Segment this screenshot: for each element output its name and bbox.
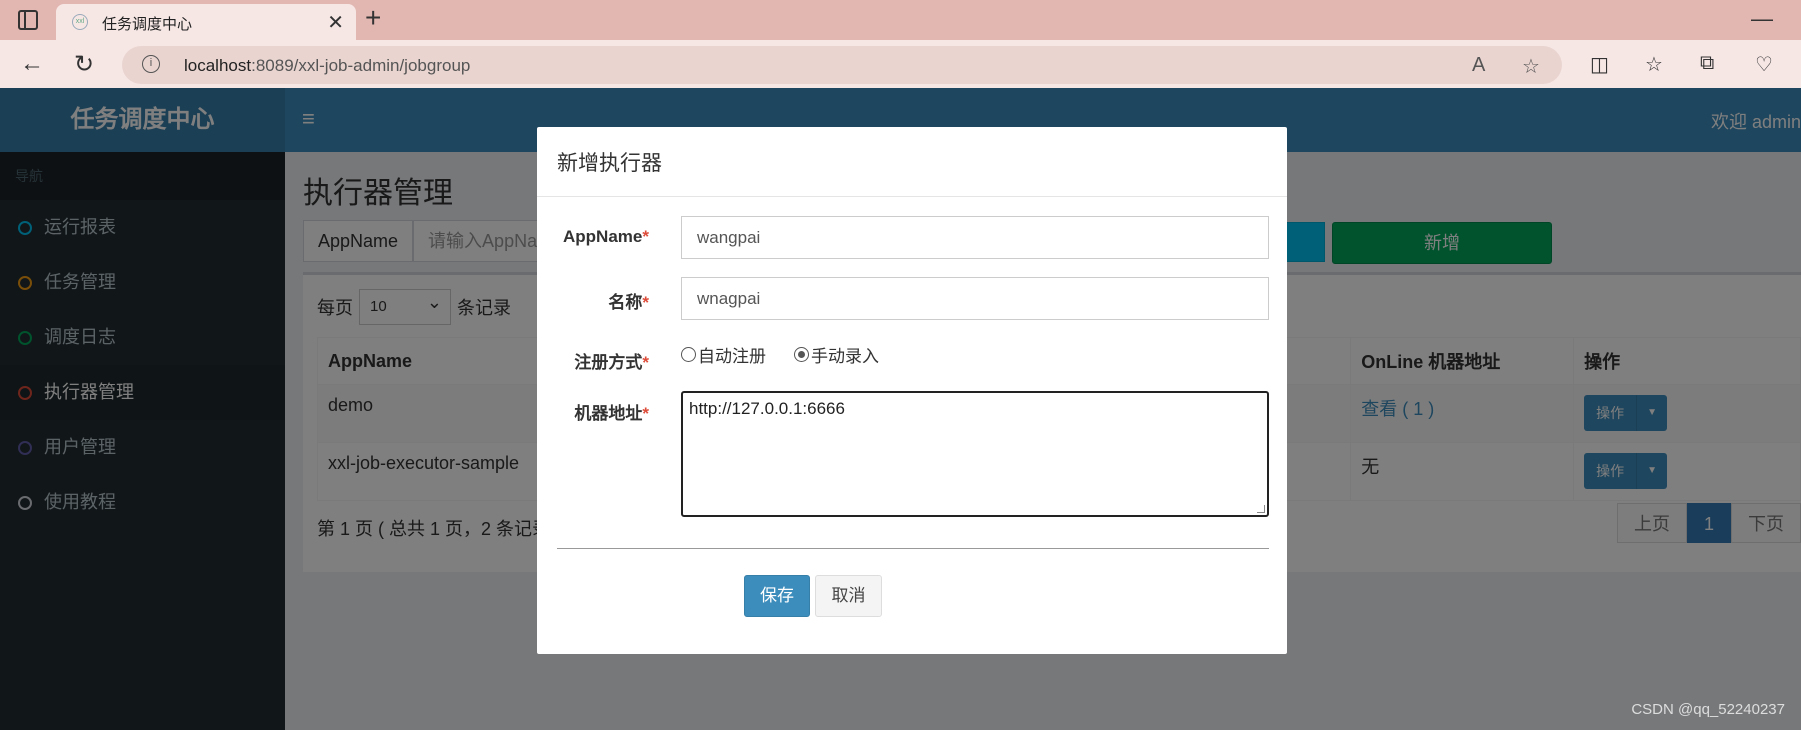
resize-handle-icon[interactable] [1257,505,1265,513]
minimize-icon[interactable]: — [1751,6,1773,32]
new-tab-icon[interactable]: + [365,2,381,34]
modal-title: 新增执行器 [537,127,1287,197]
favorites-icon[interactable]: ☆ [1645,52,1663,77]
address-row: 机器地址* http://127.0.0.1:6666 [557,391,1269,517]
address-value: http://127.0.0.1:6666 [689,399,845,418]
watermark: CSDN @qq_52240237 [1631,701,1785,718]
appname-label: AppName* [563,227,649,246]
close-tab-icon[interactable]: ✕ [327,10,344,35]
site-info-icon[interactable]: i [142,55,160,73]
radio-label: 自动注册 [698,347,766,366]
name-input[interactable]: wnagpai [681,277,1269,320]
register-type-label: 注册方式* [574,353,649,372]
tab-title: 任务调度中心 [102,16,193,33]
browser-tab-bar: xxl 任务调度中心 ✕ + — [0,0,1801,40]
appname-row: AppName* wangpai [557,216,1269,259]
name-row: 名称* wnagpai [557,277,1269,320]
address-textarea[interactable]: http://127.0.0.1:6666 [681,391,1269,517]
url-field[interactable]: i localhost:8089/xxl-job-admin/jobgroup … [122,46,1562,84]
tab-actions-icon[interactable] [18,10,38,30]
collections-icon[interactable]: ⧉ [1700,52,1714,75]
favicon-icon: xxl [72,14,88,30]
radio-label: 手动录入 [811,347,879,366]
split-screen-icon[interactable]: ◫ [1590,52,1609,77]
browser-tab[interactable]: xxl 任务调度中心 ✕ [56,4,356,40]
save-button[interactable]: 保存 [744,575,810,617]
url-text: localhost:8089/xxl-job-admin/jobgroup [184,56,471,75]
register-type-row: 注册方式* 自动注册 手动录入 [557,342,1269,372]
radio-manual-entry[interactable]: 手动录入 [794,342,879,367]
radio-button[interactable] [681,347,696,362]
radio-auto-register[interactable]: 自动注册 [681,342,766,367]
add-executor-modal: 新增执行器 AppName* wangpai 名称* wnagpai 注册方式*… [537,127,1287,654]
address-label: 机器地址* [574,404,649,423]
divider [557,548,1269,549]
cancel-button[interactable]: 取消 [815,575,882,617]
browser-essentials-icon[interactable]: ♡ [1755,52,1773,77]
address-bar: ← ↻ i localhost:8089/xxl-job-admin/jobgr… [0,40,1801,88]
favorite-star-icon[interactable]: ☆ [1522,54,1540,79]
back-icon[interactable]: ← [20,50,44,78]
appname-input[interactable]: wangpai [681,216,1269,259]
register-type-radio-group: 自动注册 手动录入 [681,342,879,367]
radio-button-selected[interactable] [794,347,809,362]
name-label: 名称* [608,293,649,312]
refresh-icon[interactable]: ↻ [74,50,94,79]
read-aloud-icon[interactable]: A [1472,54,1485,77]
